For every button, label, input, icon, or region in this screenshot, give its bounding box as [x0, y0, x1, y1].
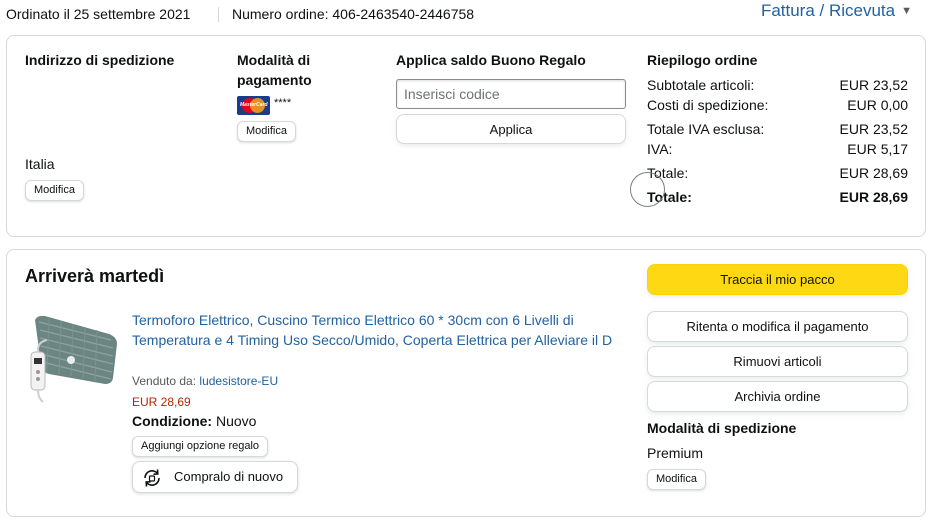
- payment-method-title: Modalità di pagamento: [237, 52, 312, 88]
- grand-total-value: EUR 28,69: [839, 189, 908, 205]
- shipping-address-title: Indirizzo di spedizione: [25, 52, 175, 68]
- invoice-link[interactable]: Fattura / Ricevuta ▼: [761, 1, 912, 21]
- gift-code-input[interactable]: [396, 79, 626, 109]
- summary-value: EUR 28,69: [839, 165, 908, 181]
- order-date: Ordinato il 25 settembre 2021: [6, 6, 191, 22]
- sold-by-label: Venduto da:: [132, 374, 197, 388]
- rebuy-icon[interactable]: [141, 467, 163, 489]
- order-header: Ordinato il 25 settembre 2021 Numero ord…: [6, 0, 926, 28]
- track-package-button[interactable]: Traccia il mio pacco: [647, 264, 908, 295]
- buy-again-label[interactable]: Compralo di nuovo: [174, 469, 283, 484]
- summary-label: Subtotale articoli:: [647, 77, 755, 93]
- sold-by: Venduto da: ludesistore-EU: [132, 374, 278, 388]
- arrival-title: Arriverà martedì: [25, 266, 165, 286]
- product-price: EUR 28,69: [132, 395, 191, 409]
- edit-shipping-mode-button[interactable]: Modifica: [647, 469, 706, 490]
- apply-gift-button[interactable]: Applica: [396, 114, 626, 144]
- product-condition: Condizione: Nuovo: [132, 413, 256, 429]
- summary-value: EUR 23,52: [839, 77, 908, 93]
- order-number: Numero ordine: 406-2463540-2446758: [232, 6, 475, 22]
- shipping-country: Italia: [25, 156, 55, 172]
- retry-payment-button[interactable]: Ritenta o modifica il pagamento: [647, 311, 908, 342]
- order-summary-card: Indirizzo di spedizione Italia Modifica …: [6, 35, 926, 237]
- buy-again-button[interactable]: Compralo di nuovo: [132, 461, 298, 493]
- product-title-link[interactable]: Termoforo Elettrico, Cuscino Termico Ele…: [132, 310, 617, 350]
- add-gift-option-button[interactable]: Aggiungi opzione regalo: [132, 436, 269, 457]
- summary-label: Costi di spedizione:: [647, 97, 769, 113]
- product-image[interactable]: [27, 312, 123, 404]
- mouse-cursor-indicator: [630, 172, 665, 207]
- card-number-mask: ****: [274, 97, 292, 109]
- edit-address-button[interactable]: Modifica: [25, 180, 84, 201]
- summary-value: EUR 0,00: [847, 97, 908, 113]
- shipment-card: Arriverà martedì Termoforo Elettrico, Cu…: [6, 249, 926, 517]
- shipping-mode-value: Premium: [647, 445, 704, 461]
- archive-order-button[interactable]: Archivia ordine: [647, 381, 908, 412]
- order-summary-title: Riepilogo ordine: [647, 52, 758, 68]
- chevron-down-icon[interactable]: ▼: [901, 5, 912, 17]
- card-brand-label: MasterCard: [240, 102, 268, 108]
- summary-value: EUR 5,17: [847, 141, 908, 157]
- seller-link[interactable]: ludesistore-EU: [199, 374, 278, 388]
- summary-label: Totale IVA esclusa:: [647, 121, 765, 137]
- shipping-mode-title: Modalità di spedizione: [647, 420, 797, 436]
- condition-label: Condizione:: [132, 413, 213, 429]
- invoice-link-label[interactable]: Fattura / Ricevuta: [761, 1, 895, 20]
- mastercard-icon: MasterCard: [237, 96, 270, 115]
- gift-card-title: Applica saldo Buono Regalo: [396, 52, 586, 68]
- header-divider: [218, 7, 219, 22]
- remove-items-button[interactable]: Rimuovi articoli: [647, 346, 908, 377]
- edit-payment-button[interactable]: Modifica: [237, 121, 296, 142]
- condition-value: Nuovo: [216, 413, 257, 429]
- summary-value: EUR 23,52: [839, 121, 908, 137]
- summary-label: IVA:: [647, 141, 673, 157]
